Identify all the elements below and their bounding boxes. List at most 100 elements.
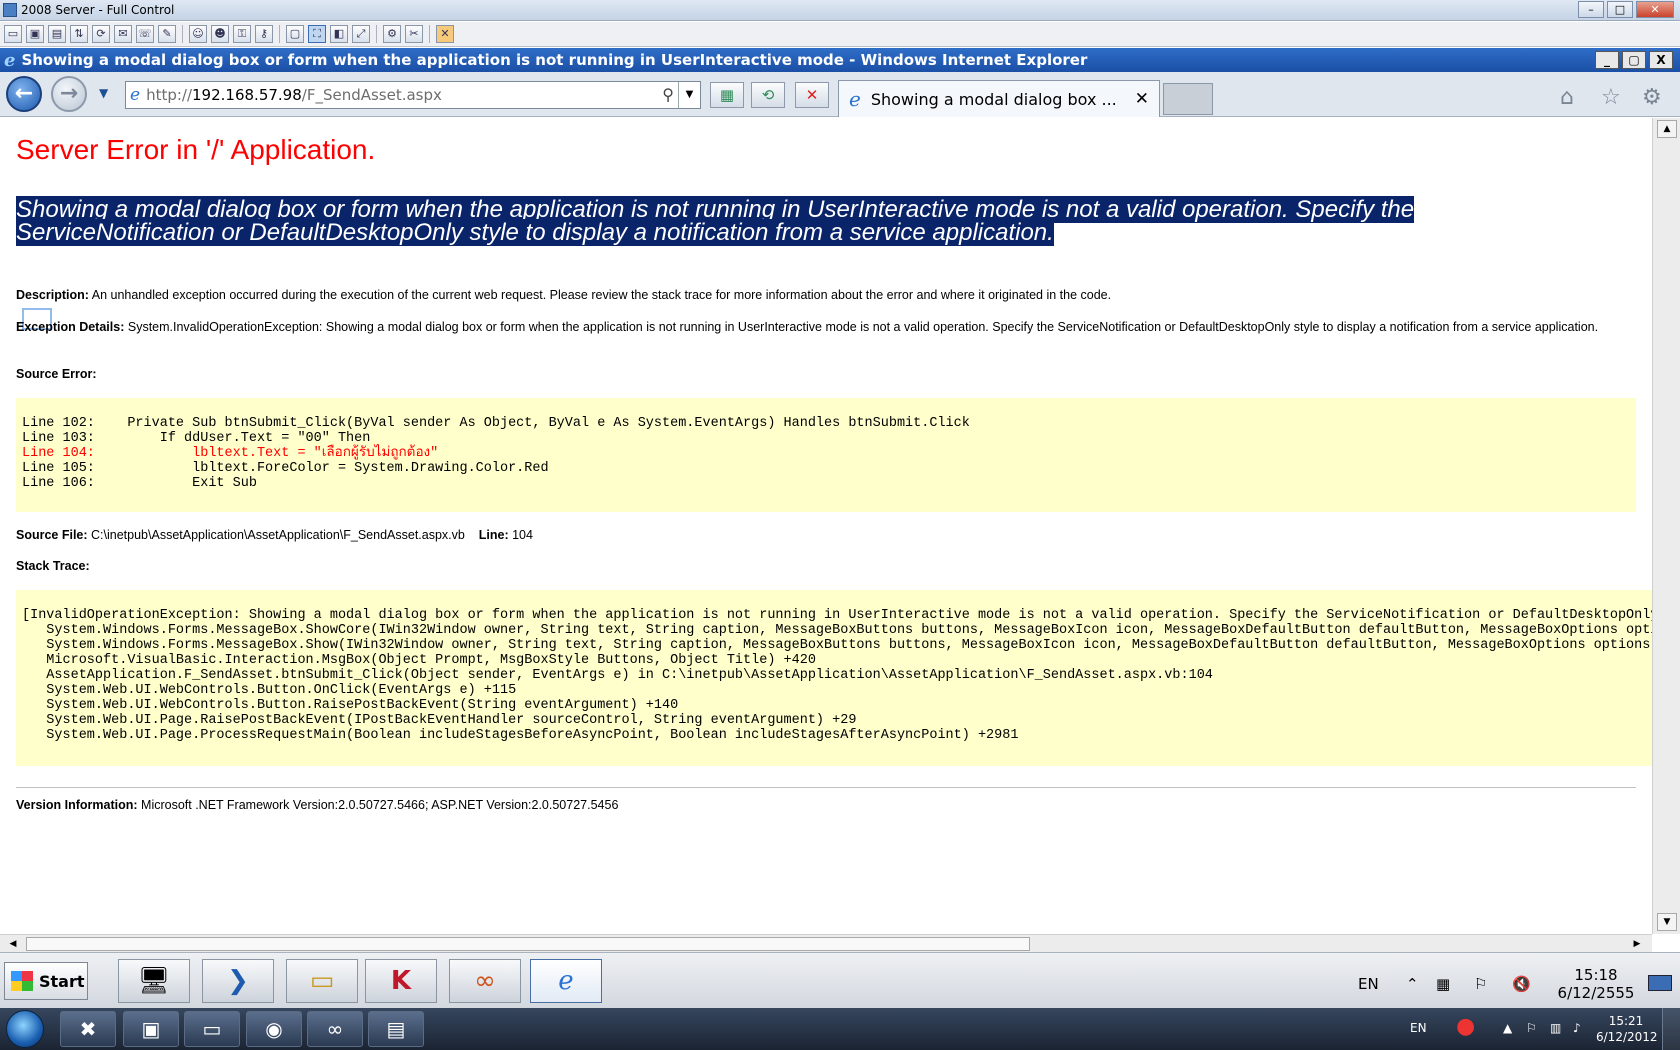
horizontal-scroll-thumb[interactable]: [26, 937, 1030, 951]
remote-language-indicator[interactable]: EN: [1358, 975, 1379, 993]
sync-icon[interactable]: ⟳: [92, 25, 110, 43]
stack-line: System.Web.UI.WebControls.Button.OnClick…: [22, 683, 517, 698]
page-title: Server Error in '/' Application.: [16, 134, 376, 165]
show-desktop-icon[interactable]: [1648, 975, 1672, 991]
local-clock[interactable]: 15:21 6/12/2012: [1596, 1013, 1658, 1045]
page-content: Server Error in '/' Application. Showing…: [0, 118, 1652, 934]
horizontal-scrollbar[interactable]: ◀ ▶: [0, 934, 1652, 952]
address-bar[interactable]: e http:// 192.168.57.98 /F_SendAsset.asp…: [125, 81, 701, 109]
tab-title: Showing a modal dialog box ...: [870, 89, 1117, 109]
ie-restore-button[interactable]: ▢: [1622, 51, 1646, 69]
compatibility-view-button[interactable]: ▦: [710, 82, 744, 108]
tray-volume-icon[interactable]: ♪: [1573, 1021, 1581, 1035]
source-line: Line 106: Exit Sub: [22, 476, 257, 491]
back-button[interactable]: ←: [6, 76, 42, 112]
visual-studio-icon[interactable]: ∞: [449, 959, 521, 1003]
terminal-icon[interactable]: ▤: [48, 25, 66, 43]
remote-date: 6/12/2555: [1557, 984, 1635, 1002]
screen-icon[interactable]: ▣: [26, 25, 44, 43]
ie-close-button[interactable]: X: [1649, 51, 1673, 69]
message-icon[interactable]: ✎: [158, 25, 176, 43]
refresh-button[interactable]: ⟲: [751, 82, 785, 108]
remote-desktop-icon[interactable]: ▤: [368, 1011, 424, 1047]
home-icon[interactable]: ⌂: [1560, 85, 1574, 110]
unlock-icon[interactable]: ⚷: [255, 25, 273, 43]
scroll-down-button[interactable]: ▼: [1657, 913, 1677, 931]
folder-icon[interactable]: ▭: [184, 1011, 240, 1047]
volume-muted-icon[interactable]: 🔇: [1512, 975, 1531, 993]
favorites-icon[interactable]: ☆: [1601, 85, 1621, 110]
ie-window-title: Showing a modal dialog box or form when …: [21, 51, 1088, 69]
local-date: 6/12/2012: [1596, 1030, 1658, 1044]
exception-details: Exception Details: System.InvalidOperati…: [16, 320, 1636, 335]
local-start-orb-icon[interactable]: [6, 1010, 44, 1048]
remote-start-button[interactable]: Start: [4, 962, 88, 1000]
source-line-error: Line 104: lbltext.Text = "เลือกผู้รับไม่…: [22, 446, 439, 461]
disconnect-icon[interactable]: ✕: [436, 25, 454, 43]
stop-button[interactable]: ✕: [795, 82, 829, 108]
explorer-folder-icon[interactable]: ▭: [286, 959, 358, 1003]
start-label: Start: [39, 971, 85, 991]
stack-line: Microsoft.VisualBasic.Interaction.MsgBox…: [22, 653, 816, 668]
settings-icon[interactable]: ⚙: [383, 25, 401, 43]
transfer-icon[interactable]: ⇅: [70, 25, 88, 43]
stack-line: System.Web.UI.Page.ProcessRequestMain(Bo…: [22, 728, 1019, 743]
local-language-indicator[interactable]: EN: [1410, 1021, 1427, 1035]
remote-close-button[interactable]: ✕: [1636, 1, 1674, 18]
users-icon[interactable]: ☻: [211, 25, 229, 43]
scroll-right-button[interactable]: ▶: [1628, 936, 1646, 952]
network-icon[interactable]: ▦: [1436, 975, 1450, 993]
phone-icon[interactable]: ☏: [136, 25, 154, 43]
remote-control-app-icon[interactable]: ▣: [123, 1011, 179, 1047]
resize-icon[interactable]: ⤢: [352, 25, 370, 43]
line-number: 104: [512, 528, 533, 542]
search-icon[interactable]: ⚲: [662, 85, 674, 104]
powershell-icon[interactable]: ❯: [202, 959, 274, 1003]
remote-minimize-button[interactable]: –: [1578, 1, 1604, 18]
source-error-label: Source Error:: [16, 367, 97, 381]
notification-app-icon[interactable]: ●: [1456, 1014, 1475, 1039]
remote-clock[interactable]: 15:18 6/12/2555: [1555, 966, 1637, 1002]
app-x-icon[interactable]: ✖: [60, 1011, 116, 1047]
recent-pages-dropdown[interactable]: ▼: [99, 86, 108, 100]
source-line: Line 105: lbltext.ForeColor = System.Dra…: [22, 461, 549, 476]
chat-icon[interactable]: ✉: [114, 25, 132, 43]
ie-titlebar: e Showing a modal dialog box or form whe…: [0, 48, 1680, 72]
tab-active[interactable]: e Showing a modal dialog box ... ✕: [838, 80, 1160, 117]
tray-flag-icon[interactable]: ⚐: [1526, 1021, 1537, 1035]
internet-explorer-icon[interactable]: e: [530, 959, 602, 1003]
server-manager-icon[interactable]: 🖥: [118, 959, 190, 1003]
visual-studio-local-icon[interactable]: ∞: [307, 1011, 363, 1047]
forward-button[interactable]: →: [51, 76, 87, 112]
scroll-left-button[interactable]: ◀: [4, 936, 22, 952]
tab-page-icon: e: [849, 87, 861, 111]
remote-time: 15:18: [1574, 966, 1618, 984]
remote-toolbar: ▭ ▣ ▤ ⇅ ⟳ ✉ ☏ ✎ ☺ ☻ ⚿ ⚷ ▢ ⛶ ◧ ⤢ ⚙ ✂ ✕: [0, 22, 1680, 47]
action-center-flag-icon[interactable]: ⚐: [1474, 975, 1487, 993]
exception-label: Exception Details:: [16, 320, 125, 334]
chrome-icon[interactable]: ◉: [246, 1011, 302, 1047]
monitor-icon[interactable]: ▭: [4, 25, 22, 43]
fullscreen-icon[interactable]: ⛶: [308, 25, 326, 43]
lock-icon[interactable]: ⚿: [233, 25, 251, 43]
ie-minimize-button[interactable]: _: [1595, 51, 1619, 69]
tools-icon[interactable]: ✂: [405, 25, 423, 43]
source-line: Line 102: Private Sub btnSubmit_Click(By…: [22, 416, 970, 431]
scale-icon[interactable]: ◧: [330, 25, 348, 43]
tray-network-icon[interactable]: ▥: [1550, 1021, 1561, 1035]
gear-icon[interactable]: ⚙: [1642, 85, 1662, 110]
show-hidden-icons-icon[interactable]: ⌃: [1406, 975, 1419, 993]
user-icon[interactable]: ☺: [189, 25, 207, 43]
remote-maximize-button[interactable]: □: [1607, 1, 1633, 18]
tray-arrow-icon[interactable]: ▲: [1503, 1021, 1512, 1035]
local-show-desktop-button[interactable]: [1662, 1008, 1680, 1050]
address-protocol: http://: [146, 86, 193, 104]
window-icon[interactable]: ▢: [286, 25, 304, 43]
vertical-scrollbar[interactable]: ▲ ▼: [1652, 118, 1680, 934]
address-path: /F_SendAsset.aspx: [301, 86, 442, 104]
address-dropdown[interactable]: ▼: [678, 82, 700, 108]
scroll-up-button[interactable]: ▲: [1657, 120, 1677, 138]
kaspersky-icon[interactable]: K: [365, 959, 437, 1003]
tab-close-button[interactable]: ✕: [1135, 89, 1149, 109]
new-tab-button[interactable]: [1163, 83, 1213, 115]
